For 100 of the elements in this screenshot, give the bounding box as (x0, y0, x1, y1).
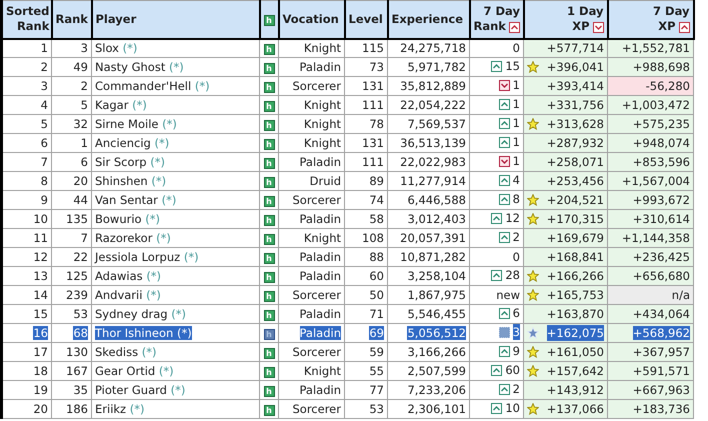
player-link[interactable]: Commander'Hell (95, 79, 192, 93)
hiscore-icon[interactable]: h (264, 101, 274, 112)
hiscore-icon[interactable]: h (264, 272, 274, 283)
hiscore-icon[interactable]: h (264, 196, 274, 207)
player-link[interactable]: Adawias (95, 269, 143, 283)
hiscore-icon[interactable]: h (264, 44, 274, 56)
star-icon (527, 194, 539, 206)
hiscore-icon[interactable]: h (264, 386, 274, 397)
player-link[interactable]: Skediss (95, 345, 138, 359)
rank: 44 (73, 193, 88, 207)
hiscore-icon[interactable]: h (264, 63, 274, 74)
star-icon (527, 61, 539, 73)
details-link[interactable]: (*) (169, 60, 184, 74)
star-icon (527, 213, 539, 225)
player-link[interactable]: Nasty Ghost (95, 60, 166, 74)
hiscore-icon[interactable]: h (264, 177, 274, 188)
sorted-rank: 7 (40, 155, 48, 169)
sort-ascending-icon[interactable] (678, 22, 690, 33)
rank-change: 6 (512, 305, 520, 322)
details-link[interactable]: (*) (162, 193, 176, 207)
player-link[interactable]: Thor Ishineon (95, 326, 174, 340)
player-link[interactable]: Slox (95, 41, 119, 56)
player-link[interactable]: Anciencig (95, 136, 151, 150)
player-link[interactable]: Andvarii (95, 288, 142, 302)
player-link[interactable]: Eriikz (95, 402, 126, 416)
day-xp: +313,628 (546, 116, 604, 132)
player-link[interactable]: Van Sentar (95, 193, 158, 207)
hiscore-icon[interactable]: h (264, 120, 274, 131)
experience: 10,871,282 (400, 250, 466, 264)
player-link[interactable]: Jessiola Lorpuz (95, 250, 180, 264)
details-link[interactable]: (*) (158, 364, 174, 378)
level: 108 (362, 231, 384, 245)
hiscore-icon[interactable]: h (264, 329, 274, 340)
rank-change: 8 (512, 191, 520, 208)
hiscore-icon[interactable]: h (264, 348, 274, 359)
vocation: Knight (304, 231, 341, 245)
details-link[interactable]: (*) (151, 174, 166, 188)
details-link[interactable]: (*) (170, 383, 186, 397)
sort-descending-icon[interactable] (592, 22, 604, 33)
hiscore-icon[interactable]: h (264, 310, 274, 321)
week-xp: +948,074 (632, 136, 690, 150)
day-xp: +157,642 (546, 363, 604, 379)
experience: 2,306,101 (407, 402, 466, 416)
hiscore-icon[interactable]: h (264, 291, 274, 302)
hiscore-icon[interactable]: h (264, 158, 274, 169)
hiscore-icon[interactable]: h (264, 234, 274, 245)
sort-ascending-icon[interactable] (508, 22, 520, 33)
week-xp: +1,144,358 (622, 231, 690, 245)
rank-down-icon (498, 80, 510, 91)
rank: 22 (73, 250, 88, 264)
hiscore-icon[interactable]: h (264, 253, 274, 264)
details-link[interactable]: (*) (145, 212, 160, 226)
sorted-rank: 1 (40, 41, 48, 56)
details-link[interactable]: (*) (150, 155, 165, 169)
vocation: Paladin (300, 307, 341, 321)
rank: 5 (80, 98, 88, 112)
week-xp: +667,963 (632, 383, 690, 397)
sorted-rank: 2 (40, 60, 48, 74)
level: 89 (369, 174, 384, 188)
player-link[interactable]: Pioter Guard (95, 383, 167, 397)
details-link[interactable]: (*) (184, 250, 199, 264)
week-xp: +988,698 (632, 60, 690, 74)
player-link[interactable]: Sirne Moile (95, 117, 158, 131)
details-link[interactable]: (*) (142, 345, 156, 359)
details-link[interactable]: (*) (171, 307, 186, 321)
details-link[interactable]: (*) (146, 288, 161, 302)
vocation: Paladin (300, 383, 341, 397)
sorted-rank: 8 (40, 174, 48, 188)
details-link[interactable]: (*) (132, 98, 147, 112)
player-link[interactable]: Kagar (95, 98, 128, 112)
rank: 130 (66, 345, 88, 359)
hiscore-icon: h (264, 14, 274, 26)
details-link[interactable]: (*) (176, 326, 192, 340)
hiscore-icon[interactable]: h (264, 82, 274, 93)
details-link[interactable]: (*) (156, 231, 171, 245)
details-link[interactable]: (*) (130, 402, 144, 416)
player-link[interactable]: Sir Scorp (95, 155, 147, 169)
details-link[interactable]: (*) (194, 79, 210, 93)
day-xp: +577,714 (546, 40, 604, 56)
rank: 2 (80, 79, 88, 93)
player-link[interactable]: Sydney drag (95, 307, 168, 321)
player-link[interactable]: Shinshen (95, 174, 148, 188)
hiscore-icon[interactable]: h (264, 215, 274, 226)
details-link[interactable]: (*) (154, 136, 170, 150)
rank-change: 2 (512, 381, 520, 398)
details-link[interactable]: (*) (122, 41, 138, 56)
player-link[interactable]: Bowurio (95, 212, 142, 226)
details-link[interactable]: (*) (146, 269, 162, 283)
player-link[interactable]: Gear Ortid (95, 364, 156, 378)
day-xp: +287,932 (546, 135, 604, 151)
level: 131 (362, 136, 384, 150)
player-link[interactable]: Razorekor (95, 231, 152, 245)
experience: 35,812,889 (400, 79, 466, 93)
hiscore-icon[interactable]: h (264, 367, 274, 378)
experience: 5,971,782 (407, 60, 466, 74)
hiscore-icon[interactable]: h (264, 139, 274, 150)
star-icon (527, 365, 539, 377)
hiscore-icon[interactable]: h (264, 405, 274, 416)
details-link[interactable]: (*) (162, 117, 177, 131)
column-header[interactable]: Player (96, 12, 136, 27)
